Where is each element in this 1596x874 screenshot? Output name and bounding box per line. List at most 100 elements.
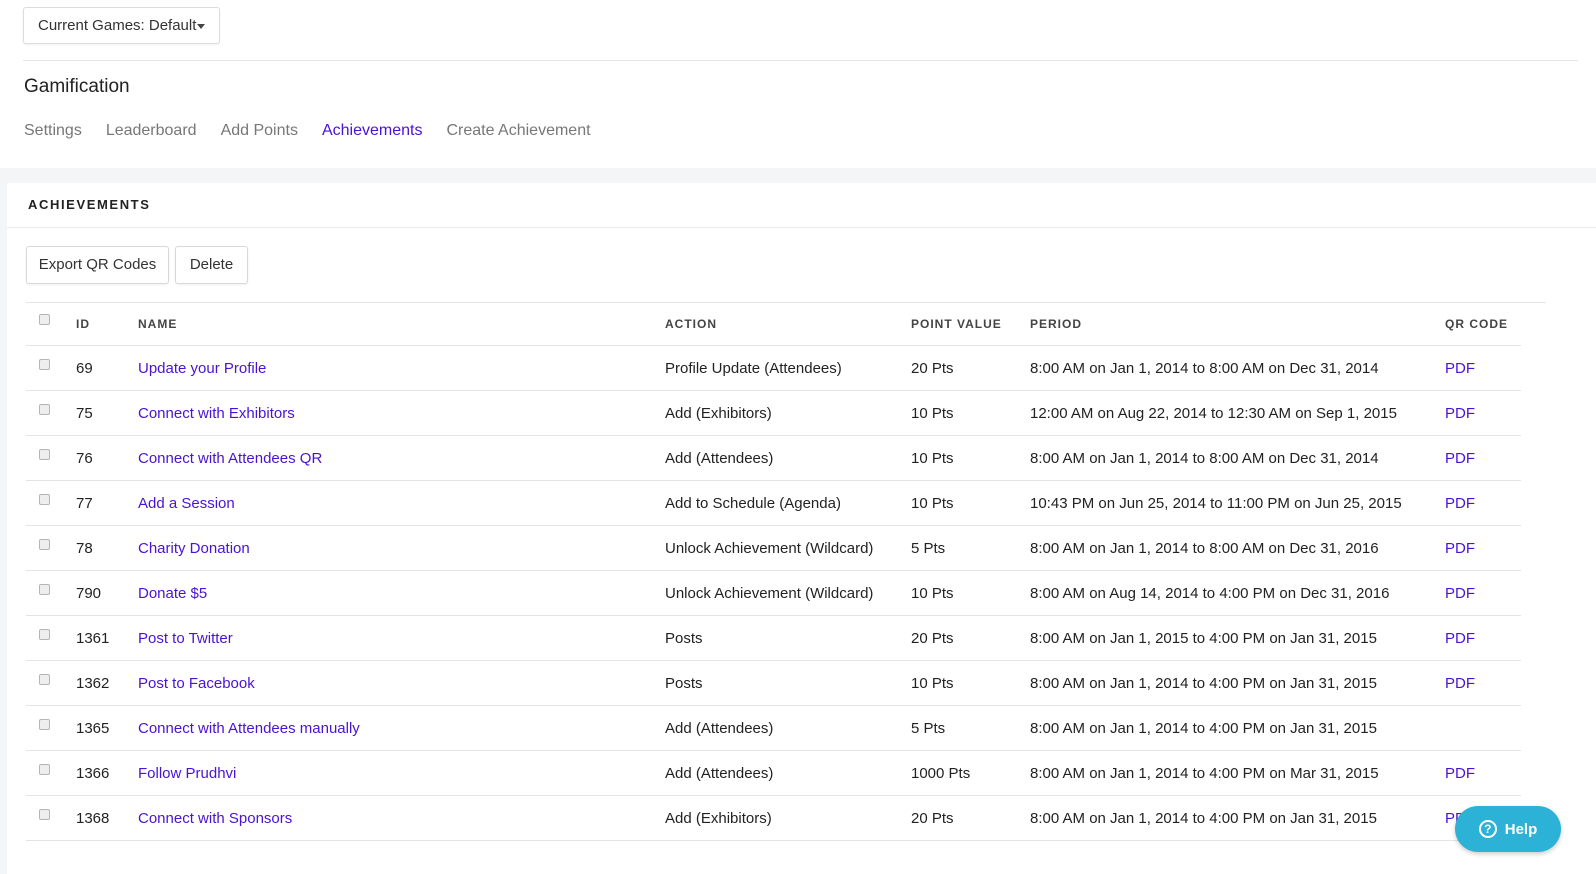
achievement-name-link[interactable]: Charity Donation (138, 540, 250, 557)
header-name[interactable]: NAME (138, 303, 665, 346)
current-games-label: Current Games: Default (38, 17, 197, 34)
table-row: 77 Add a Session Add to Schedule (Agenda) 1… (26, 480, 1521, 526)
qr-pdf-link[interactable]: PDF (1445, 765, 1475, 782)
cell-name: Connect with Attendees QR (138, 435, 665, 481)
row-checkbox[interactable] (39, 763, 50, 775)
table-row: 75 Connect with Exhibitors Add (Exhibitors… (26, 390, 1521, 436)
row-checkbox[interactable] (39, 493, 50, 505)
cell-period: 8:00 AM on Jan 1, 2014 to 8:00 AM on Dec… (1030, 435, 1445, 481)
header-point-value[interactable]: POINT VALUE (911, 303, 1030, 346)
qr-pdf-link[interactable]: PDF (1445, 450, 1475, 467)
qr-pdf-link[interactable]: PDF (1445, 585, 1475, 602)
row-checkbox[interactable] (39, 358, 50, 370)
row-checkbox-cell (26, 480, 76, 526)
cell-points: 10 Pts (911, 480, 1030, 526)
qr-pdf-link[interactable]: PDF (1445, 405, 1475, 422)
header-period[interactable]: PERIOD (1030, 303, 1445, 346)
achievement-name-link[interactable]: Update your Profile (138, 360, 266, 377)
cell-name: Post to Facebook (138, 660, 665, 706)
qr-pdf-link[interactable]: PDF (1445, 360, 1475, 377)
cell-period: 8:00 AM on Aug 14, 2014 to 4:00 PM on De… (1030, 570, 1445, 616)
row-checkbox[interactable] (39, 718, 50, 730)
row-checkbox[interactable] (39, 538, 50, 550)
cell-points: 20 Pts (911, 345, 1030, 391)
row-checkbox[interactable] (39, 673, 50, 685)
table-row: 1365 Connect with Attendees manually Add (… (26, 705, 1521, 751)
cell-action: Profile Update (Attendees) (665, 345, 911, 391)
row-checkbox[interactable] (39, 403, 50, 415)
row-checkbox-cell (26, 615, 76, 661)
table-row: 790 Donate $5 Unlock Achievement (Wildcard… (26, 570, 1521, 616)
row-checkbox[interactable] (39, 448, 50, 460)
row-checkbox[interactable] (39, 808, 50, 820)
cell-action: Unlock Achievement (Wildcard) (665, 525, 911, 571)
export-qr-codes-button[interactable]: Export QR Codes (26, 246, 169, 284)
tab-settings[interactable]: Settings (24, 122, 82, 146)
cell-name: Post to Twitter (138, 615, 665, 661)
cell-name: Connect with Attendees manually (138, 705, 665, 751)
cell-id: 77 (76, 480, 138, 526)
qr-pdf-link[interactable]: PDF (1445, 630, 1475, 647)
table-row: 78 Charity Donation Unlock Achievement (Wi… (26, 525, 1521, 571)
table-row: 1361 Post to Twitter Posts 20 Pts 8:00 AM on… (26, 615, 1521, 661)
cell-qr: PDF (1445, 435, 1521, 481)
row-checkbox-cell (26, 525, 76, 571)
cell-points: 1000 Pts (911, 750, 1030, 796)
cell-action: Add (Attendees) (665, 750, 911, 796)
header-qr-code: QR CODE (1445, 303, 1521, 346)
card-header: ACHIEVEMENTS (7, 183, 1596, 228)
header-action[interactable]: ACTION (665, 303, 911, 346)
cell-qr: PDF (1445, 390, 1521, 436)
page-title: Gamification (24, 76, 130, 97)
achievement-name-link[interactable]: Connect with Sponsors (138, 810, 292, 827)
current-games-dropdown[interactable]: Current Games: Default (23, 7, 220, 44)
row-checkbox-cell (26, 435, 76, 481)
cell-id: 1362 (76, 660, 138, 706)
cell-name: Follow Prudhvi (138, 750, 665, 796)
cell-name: Update your Profile (138, 345, 665, 391)
tab-leaderboard[interactable]: Leaderboard (106, 122, 197, 146)
delete-button[interactable]: Delete (175, 246, 248, 284)
tab-create-achievement[interactable]: Create Achievement (446, 122, 590, 146)
achievement-name-link[interactable]: Post to Facebook (138, 675, 255, 692)
table-row: 69 Update your Profile Profile Update (Att… (26, 345, 1521, 391)
achievement-name-link[interactable]: Add a Session (138, 495, 235, 512)
header-id[interactable]: ID (76, 303, 138, 346)
cell-points: 10 Pts (911, 390, 1030, 436)
cell-period: 8:00 AM on Jan 1, 2014 to 4:00 PM on Jan… (1030, 660, 1445, 706)
achievement-name-link[interactable]: Donate $5 (138, 585, 207, 602)
achievement-name-link[interactable]: Connect with Exhibitors (138, 405, 295, 422)
achievement-name-link[interactable]: Follow Prudhvi (138, 765, 236, 782)
achievement-name-link[interactable]: Connect with Attendees manually (138, 720, 360, 737)
achievement-name-link[interactable]: Post to Twitter (138, 630, 233, 647)
row-checkbox-cell (26, 750, 76, 796)
row-checkbox-cell (26, 660, 76, 706)
cell-name: Connect with Exhibitors (138, 390, 665, 436)
cell-action: Add to Schedule (Agenda) (665, 480, 911, 526)
sub-nav: Settings Leaderboard Add Points Achievem… (24, 122, 615, 146)
cell-name: Add a Session (138, 480, 665, 526)
select-all-checkbox[interactable] (39, 314, 50, 325)
cell-period: 10:43 PM on Jun 25, 2014 to 11:00 PM on … (1030, 480, 1445, 526)
question-circle-icon: ? (1478, 820, 1497, 838)
table-row: 1362 Post to Facebook Posts 10 Pts 8:00 AM o… (26, 660, 1521, 706)
cell-name: Donate $5 (138, 570, 665, 616)
cell-id: 1365 (76, 705, 138, 751)
cell-period: 8:00 AM on Jan 1, 2014 to 4:00 PM on Mar… (1030, 750, 1445, 796)
row-checkbox[interactable] (39, 628, 50, 640)
help-button[interactable]: ? Help (1455, 806, 1561, 852)
cell-points: 10 Pts (911, 660, 1030, 706)
qr-pdf-link[interactable]: PDF (1445, 540, 1475, 557)
row-checkbox[interactable] (39, 583, 50, 595)
qr-pdf-link[interactable]: PDF (1445, 495, 1475, 512)
cell-name: Charity Donation (138, 525, 665, 571)
achievement-name-link[interactable]: Connect with Attendees QR (138, 450, 322, 467)
cell-period: 8:00 AM on Jan 1, 2014 to 8:00 AM on Dec… (1030, 345, 1445, 391)
tab-add-points[interactable]: Add Points (221, 122, 298, 146)
cell-points: 20 Pts (911, 795, 1030, 841)
cell-qr: PDF (1445, 480, 1521, 526)
tab-achievements[interactable]: Achievements (322, 122, 423, 146)
top-bar: Current Games: Default Gamification Sett… (0, 0, 1596, 168)
cell-points: 5 Pts (911, 525, 1030, 571)
qr-pdf-link[interactable]: PDF (1445, 675, 1475, 692)
